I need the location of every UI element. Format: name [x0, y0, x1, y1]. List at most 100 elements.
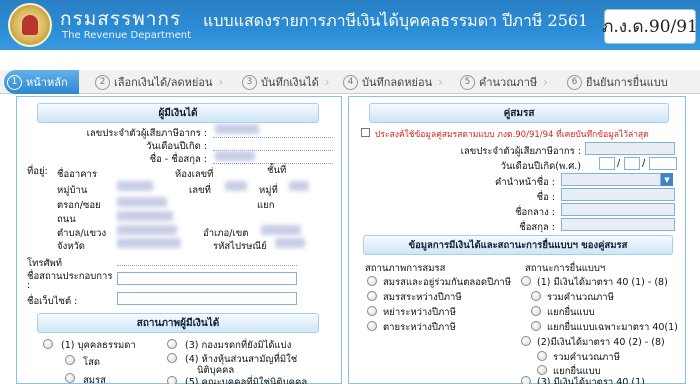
marital-together-label: สมรสและอยู่ร่วมกันตลอดปีภาษี — [383, 277, 511, 288]
filing-1-separate-radio[interactable] — [531, 306, 541, 316]
marital-married-during-year-radio[interactable] — [367, 291, 377, 301]
filing-40-1-8-radio[interactable] — [521, 276, 531, 286]
status-estate-radio[interactable] — [167, 339, 177, 349]
filing-status-title: สถานะการยื่นแบบฯ — [525, 263, 606, 274]
chevron-right-icon: › — [438, 75, 443, 89]
use-previous-spouse-data-label: ประสงค์ใช้ข้อมูลคู่สมรสตามแบบ ภงด.90/91/… — [375, 130, 649, 140]
spouse-birth-date-label: วันเดือนปีเกิด(พ.ศ.) — [500, 161, 581, 172]
spouse-birth-day-input[interactable] — [599, 157, 615, 170]
department-name-english: The Revenue Department — [62, 30, 192, 41]
step-number: 2 — [95, 74, 110, 90]
taxpayer-panel: ผู้มีเงินได้ เลขประจำตัวผู้เสียภาษีอากร … — [16, 96, 342, 384]
floor-label: ชั้นที่ — [267, 165, 287, 176]
use-previous-spouse-data-checkbox[interactable] — [361, 128, 370, 137]
chevron-right-icon: › — [218, 75, 224, 89]
full-name-label: ชื่อ - ชื่อสกุล : — [149, 154, 207, 165]
filing-1-separate-40-1-label: แยกยื่นแบบเฉพาะมาตรา 40(1) — [547, 322, 678, 333]
step-number: 1 — [7, 74, 22, 90]
step-4-record-deduction[interactable]: 4 บันทึกลดหย่อน › — [343, 70, 443, 94]
chevron-right-icon: › — [543, 75, 548, 89]
step-label: บันทึกเงินได้ — [261, 76, 319, 89]
marital-married-during-year-label: สมรสระหว่างปีภาษี — [383, 292, 462, 303]
filing-40-1-only-label: (3) มีเงินได้มาตรา 40 (1) — [537, 377, 645, 384]
soi-value — [117, 197, 167, 207]
spouse-middle-name-input[interactable] — [561, 203, 675, 216]
spouse-section-header: คู่สมรส — [369, 103, 669, 123]
filing-1-separate-label: แยกยื่นแบบ — [547, 307, 595, 318]
business-name-input[interactable] — [117, 272, 297, 285]
spouse-tax-id-input[interactable] — [585, 142, 675, 155]
spouse-income-section-header: ข้อมูลการมีเงินได้และสถานะการยื่นแบบฯ ขอ… — [363, 235, 673, 255]
business-name-label: ชื่อสถานประกอบการ — [27, 271, 113, 282]
step-1-main[interactable]: 1 หน้าหลัก — [4, 70, 79, 94]
step-label: คำนวณภาษี — [479, 76, 538, 89]
step-label: ยืนยันการยื่นแบบ — [586, 76, 668, 89]
chevron-down-icon[interactable]: ▼ — [661, 173, 673, 186]
filing-1-combined-radio[interactable] — [531, 291, 541, 301]
date-separator: / — [617, 158, 621, 169]
spouse-middle-name-label: ชื่อกลาง : — [515, 207, 555, 218]
village-value — [117, 181, 153, 191]
taxpayer-section-header: ผู้มีเงินได้ — [37, 103, 319, 123]
step-label: บันทึกลดหย่อน — [362, 76, 433, 89]
status-partnership-radio[interactable] — [167, 353, 177, 363]
moo-value — [289, 181, 309, 191]
filing-1-combined-label: รวมคำนวณภาษี — [547, 292, 614, 303]
road-label: ถนน — [57, 214, 76, 225]
marital-divorced-label: หย่าระหว่างปีภาษี — [383, 307, 456, 318]
step-2-select-income[interactable]: 2 เลือกเงินได้/ลดหย่อน › — [95, 70, 223, 94]
filing-1-separate-40-1-radio[interactable] — [531, 321, 541, 331]
filing-2-separate-radio[interactable] — [537, 365, 547, 375]
road-value — [117, 211, 173, 221]
step-number: 3 — [242, 74, 257, 90]
filing-40-1-only-radio[interactable] — [521, 376, 531, 384]
step-number: 4 — [343, 74, 358, 90]
date-separator: / — [642, 158, 646, 169]
step-label: เลือกเงินได้/ลดหย่อน — [114, 76, 213, 89]
filing-40-2-8-radio[interactable] — [521, 336, 531, 346]
spouse-first-name-label: ชื่อ : — [536, 192, 555, 203]
spouse-birth-year-input[interactable] — [649, 157, 677, 170]
tax-id-value — [215, 124, 259, 134]
spouse-last-name-input[interactable] — [561, 218, 675, 231]
marital-deceased-radio[interactable] — [367, 321, 377, 331]
filing-40-1-8-label: (1) มีเงินได้มาตรา 40 (1) - (8) — [537, 277, 668, 288]
subdistrict-value — [117, 225, 177, 235]
website-input[interactable] — [117, 292, 297, 305]
filing-2-combined-radio[interactable] — [537, 351, 547, 361]
header-bar: กรมสรรพากร The Revenue Department แบบแสด… — [0, 0, 700, 50]
business-name-colon: : — [27, 280, 31, 291]
status-single-label: โสด — [83, 357, 101, 368]
status-single-radio[interactable] — [65, 355, 75, 365]
status-married-label: สมรส — [83, 375, 106, 384]
spouse-last-name-label: ชื่อสกุล : — [519, 222, 555, 233]
taxpayer-status-section-header: สถานภาพผู้มีเงินได้ — [37, 313, 319, 333]
full-name-value — [215, 151, 255, 161]
tax-id-underline — [213, 137, 333, 138]
soi-label: ตรอก/ซอย — [57, 200, 101, 211]
status-individual-radio[interactable] — [43, 339, 53, 349]
spouse-birth-month-input[interactable] — [624, 157, 640, 170]
junction-label: แยก — [257, 200, 275, 211]
step-label: หน้าหลัก — [26, 76, 68, 89]
step-6-confirm-filing[interactable]: 6 ยืนยันการยื่นแบบ — [567, 70, 668, 94]
form-title: แบบแสดงรายการภาษีเงินได้บุคคลธรรมดา ปีภา… — [203, 11, 589, 30]
status-individual-label: (1) บุคคลธรรมดา — [61, 340, 136, 351]
revenue-department-logo — [8, 3, 52, 47]
spouse-first-name-input[interactable] — [561, 188, 675, 201]
district-value — [261, 225, 301, 235]
step-3-record-income[interactable]: 3 บันทึกเงินได้ › — [242, 70, 330, 94]
marital-together-radio[interactable] — [367, 276, 377, 286]
status-group-radio[interactable] — [167, 376, 177, 384]
spouse-title-select[interactable] — [561, 173, 661, 186]
spouse-tax-id-label: เลขประจำตัวผู้เสียภาษีอากร : — [460, 146, 581, 157]
marital-deceased-label: ตายระหว่างปีภาษี — [383, 322, 456, 333]
house-no-label: เลขที่ — [189, 185, 211, 196]
village-label: หมู่บ้าน — [57, 185, 88, 196]
marital-divorced-radio[interactable] — [367, 306, 377, 316]
step-5-calculate-tax[interactable]: 5 คำนวณภาษี › — [460, 70, 548, 94]
room-label: ห้องเลขที่ — [175, 169, 214, 180]
postcode-value — [275, 238, 305, 248]
status-married-radio[interactable] — [65, 373, 75, 383]
postcode-label: รหัสไปรษณีย์ — [213, 241, 267, 252]
